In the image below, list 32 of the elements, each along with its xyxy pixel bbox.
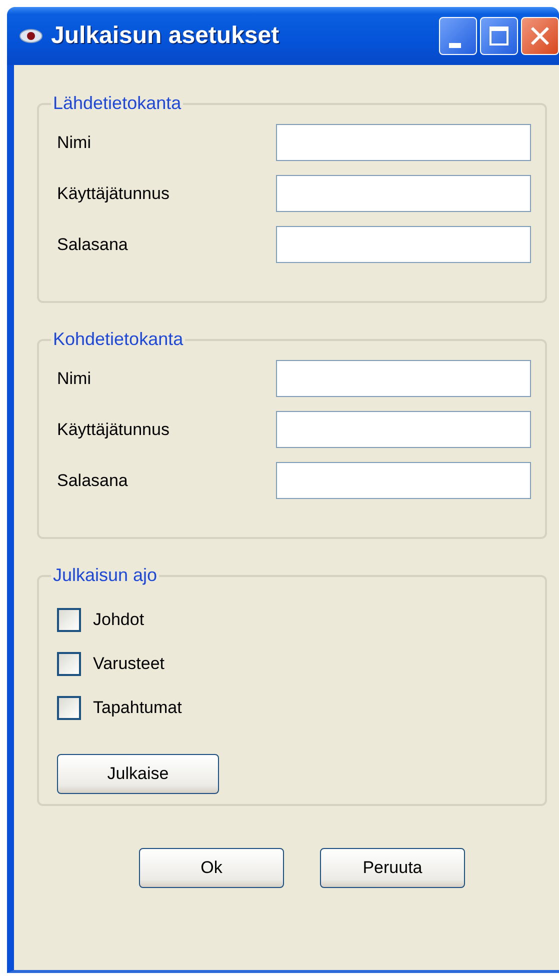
minimize-button[interactable] [439, 17, 477, 55]
field-label: Salasana [57, 234, 128, 254]
eye-icon [19, 28, 43, 44]
checkbox[interactable] [57, 608, 81, 632]
dialog-button[interactable]: Ok [139, 848, 284, 888]
maximize-button[interactable] [480, 17, 518, 55]
input-field[interactable] [276, 360, 531, 397]
group-title: Kohdetietokanta [52, 329, 184, 350]
input-field[interactable] [276, 124, 531, 161]
field-label: Käyttäjätunnus [57, 420, 170, 440]
checkbox[interactable] [57, 696, 81, 720]
field-label: Nimi [57, 368, 91, 388]
checkbox-label: Johdot [93, 610, 144, 630]
publish-button[interactable]: Julkaise [57, 754, 219, 794]
window-title: Julkaisun asetukset [51, 22, 280, 50]
group-title: Julkaisun ajo [52, 565, 158, 586]
group-title: Lähdetietokanta [52, 93, 182, 114]
field-label: Käyttäjätunnus [57, 184, 170, 204]
close-button[interactable] [521, 17, 559, 55]
input-field[interactable] [276, 462, 531, 499]
field-label: Salasana [57, 470, 128, 490]
dialog-button[interactable]: Peruuta [320, 848, 465, 888]
checkbox-label: Tapahtumat [93, 698, 182, 718]
checkbox[interactable] [57, 652, 81, 676]
input-field[interactable] [276, 226, 531, 263]
maximize-icon [489, 26, 509, 46]
input-field[interactable] [276, 411, 531, 448]
input-field[interactable] [276, 175, 531, 212]
minimize-icon [449, 42, 461, 48]
close-icon [530, 26, 550, 46]
checkbox-label: Varusteet [93, 654, 165, 674]
field-label: Nimi [57, 132, 91, 152]
